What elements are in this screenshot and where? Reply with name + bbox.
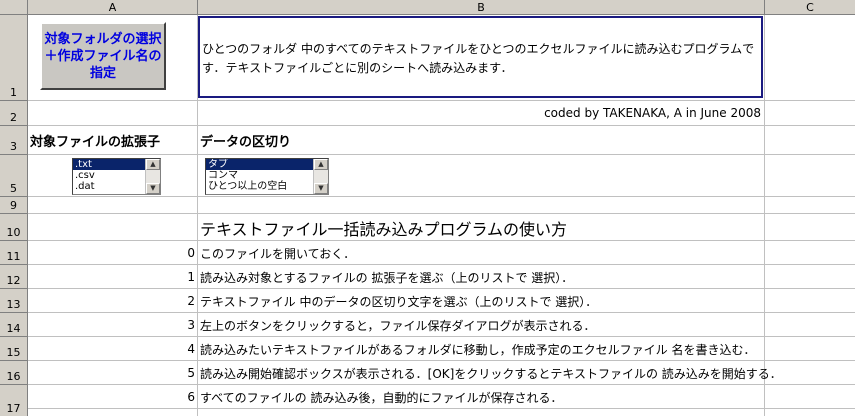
extension-header: 対象ファイルの拡張子: [30, 135, 161, 150]
step-text: 読み込みたいテキストファイルがあるフォルダに移動し，作成予定のエクセルファイル …: [200, 342, 756, 357]
row-header-17[interactable]: 17: [0, 385, 28, 416]
step-text: 左上のボタンをクリックすると，ファイル保存ダイアログが表示される．: [200, 318, 596, 333]
row-header-15[interactable]: 15: [0, 337, 28, 361]
select-all-corner[interactable]: [0, 0, 28, 15]
step-text: 読み込み対象とするファイルの 拡張子を選ぶ（上のリストで 選択）．: [200, 270, 574, 285]
scroll-up-icon[interactable]: ▲: [146, 159, 160, 170]
grid-line: [28, 196, 855, 197]
delimiter-header: データの区切り: [200, 135, 292, 150]
delimiter-option[interactable]: タブ: [206, 159, 313, 170]
row-header-9[interactable]: 9: [0, 197, 28, 214]
description-box: ひとつのフォルダ 中のすべてのテキストファイルをひとつのエクセルファイルに読み込…: [198, 16, 763, 98]
row-header-14[interactable]: 14: [0, 313, 28, 337]
column-header-b[interactable]: B: [198, 0, 765, 15]
row-header-2[interactable]: 2: [0, 101, 28, 126]
extension-option[interactable]: .txt: [73, 159, 145, 170]
step-number: 3: [187, 318, 195, 332]
step-number: 5: [187, 366, 195, 380]
step-text: テキストファイル 中のデータの区切り文字を選ぶ（上のリストで 選択）．: [200, 294, 598, 309]
row-header-1[interactable]: 1: [0, 15, 28, 101]
extension-scrollbar[interactable]: ▲ ▼: [145, 159, 160, 194]
step-text: このファイルを開いておく．: [200, 246, 356, 261]
column-header-c[interactable]: C: [765, 0, 855, 15]
column-header-a[interactable]: A: [28, 0, 198, 15]
step-number: 0: [187, 246, 195, 260]
row-header-5[interactable]: 5: [0, 155, 28, 197]
delimiter-option[interactable]: ひとつ以上の空白: [206, 181, 313, 192]
credit-text: coded by TAKENAKA, A in June 2008: [544, 106, 761, 120]
row-header-10[interactable]: 10: [0, 214, 28, 241]
row-header-11[interactable]: 11: [0, 241, 28, 265]
row-header-16[interactable]: 16: [0, 361, 28, 385]
delimiter-option[interactable]: コンマ: [206, 170, 313, 181]
howto-title: テキストファイル一括読み込みプログラムの使い方: [200, 219, 568, 239]
step-text: 読み込み開始確認ボックスが表示される．[OK]をクリックするとテキストファイルの…: [200, 366, 782, 381]
scroll-down-icon[interactable]: ▼: [314, 183, 328, 194]
delimiter-listbox[interactable]: タブ コンマ ひとつ以上の空白 ▲ ▼: [205, 158, 329, 195]
step-number: 1: [187, 270, 195, 284]
step-number: 6: [187, 390, 195, 404]
spreadsheet: A B C 1 2 3 5 9 10 11 12 13 14 15 16 17 …: [0, 0, 855, 416]
step-number: 2: [187, 294, 195, 308]
row-header-12[interactable]: 12: [0, 265, 28, 289]
row-header-13[interactable]: 13: [0, 289, 28, 313]
scroll-down-icon[interactable]: ▼: [146, 183, 160, 194]
extension-option[interactable]: .csv: [73, 170, 145, 181]
extension-option[interactable]: .dat: [73, 181, 145, 192]
select-folder-button[interactable]: 対象フォルダの選択＋作成ファイル名の指定: [40, 22, 166, 90]
delimiter-scrollbar[interactable]: ▲ ▼: [313, 159, 328, 194]
step-text: すべてのファイルの 読み込み後，自動的にファイルが保存される．: [200, 390, 563, 405]
row-header-3[interactable]: 3: [0, 126, 28, 155]
scroll-up-icon[interactable]: ▲: [314, 159, 328, 170]
step-number: 4: [187, 342, 195, 356]
extension-listbox[interactable]: .txt .csv .dat ▲ ▼: [72, 158, 161, 195]
